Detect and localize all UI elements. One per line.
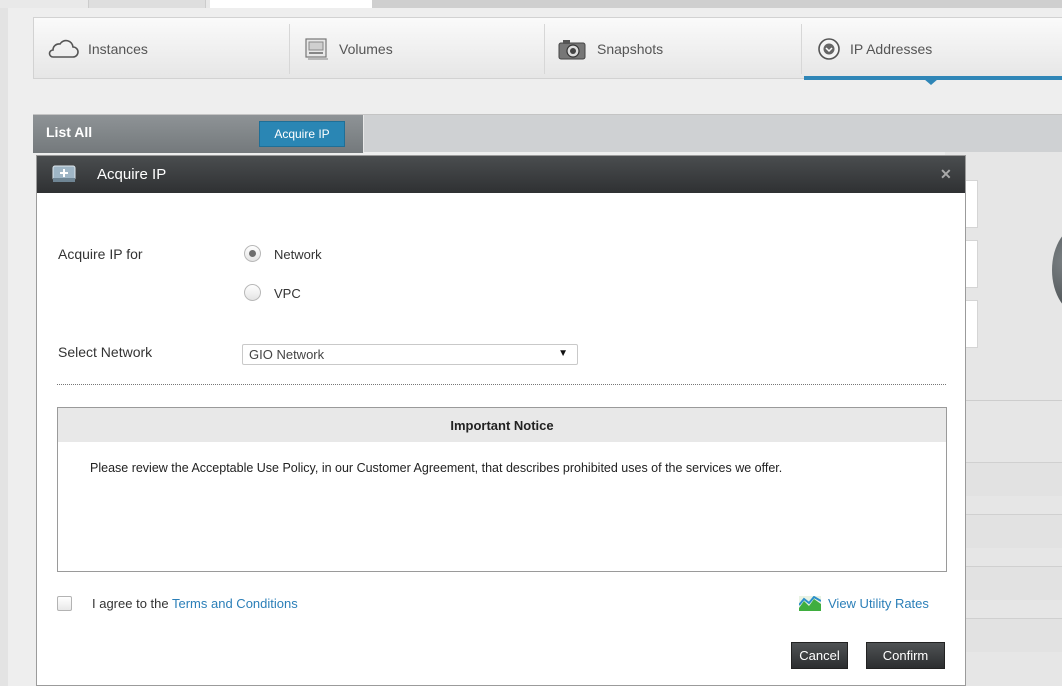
tab-separator bbox=[289, 24, 290, 74]
acquire-ip-dialog: Acquire IP ✕ Acquire IP for Network VPC … bbox=[36, 155, 966, 686]
ip-address-icon bbox=[817, 37, 841, 61]
acquire-ip-button[interactable]: Acquire IP bbox=[259, 121, 345, 147]
list-toolbar-divider bbox=[363, 115, 364, 153]
agree-terms-checkbox[interactable] bbox=[57, 596, 72, 611]
tab-label: Instances bbox=[88, 41, 148, 57]
dotted-divider bbox=[57, 384, 946, 385]
top-strip-tab-active bbox=[210, 0, 372, 8]
list-all-tab[interactable]: List All Acquire IP bbox=[33, 115, 363, 153]
notice-title: Important Notice bbox=[58, 408, 946, 442]
dropdown-arrow-icon: ▼ bbox=[558, 348, 568, 359]
tab-volumes[interactable]: Volumes bbox=[304, 18, 393, 80]
list-toolbar: List All Acquire IP bbox=[33, 114, 1062, 153]
tab-label: Snapshots bbox=[597, 41, 664, 57]
tab-label: IP Addresses bbox=[850, 41, 933, 57]
camera-icon bbox=[558, 38, 588, 60]
select-network-label: Select Network bbox=[58, 344, 153, 360]
active-tab-arrow bbox=[924, 79, 938, 85]
radio-network[interactable] bbox=[244, 245, 261, 262]
network-select[interactable]: GIO Network ▼ bbox=[242, 344, 578, 365]
agree-prefix: I agree to the bbox=[92, 596, 172, 611]
add-ip-icon bbox=[52, 164, 76, 184]
top-strip-tab bbox=[88, 0, 206, 8]
terms-and-conditions-link[interactable]: Terms and Conditions bbox=[172, 596, 298, 611]
top-strip-bar bbox=[372, 0, 1062, 8]
radio-vpc[interactable] bbox=[244, 284, 261, 301]
radio-network-label[interactable]: Network bbox=[274, 247, 322, 262]
tab-label: Volumes bbox=[339, 41, 393, 57]
acquire-ip-for-label: Acquire IP for bbox=[58, 246, 143, 262]
top-strip bbox=[0, 0, 1062, 8]
network-select-value: GIO Network bbox=[249, 347, 325, 362]
close-icon[interactable]: ✕ bbox=[940, 166, 952, 183]
cloud-icon bbox=[47, 39, 79, 59]
view-utility-rates-link[interactable]: View Utility Rates bbox=[828, 596, 929, 611]
notice-body: Please review the Acceptable Use Policy,… bbox=[90, 461, 783, 475]
cancel-button[interactable]: Cancel bbox=[791, 642, 848, 669]
list-all-label: List All bbox=[46, 124, 93, 140]
agree-terms-text: I agree to the Terms and Conditions bbox=[92, 596, 298, 611]
tab-separator bbox=[801, 24, 802, 74]
tab-snapshots[interactable]: Snapshots bbox=[558, 18, 663, 80]
dialog-header: Acquire IP ✕ bbox=[37, 156, 965, 193]
dialog-title: Acquire IP bbox=[97, 166, 167, 183]
important-notice-box: Important Notice Please review the Accep… bbox=[57, 407, 947, 572]
utility-rates-icon bbox=[798, 595, 822, 611]
radio-vpc-label[interactable]: VPC bbox=[274, 286, 301, 301]
tab-instances[interactable]: Instances bbox=[47, 18, 148, 80]
tab-separator bbox=[544, 24, 545, 74]
confirm-button[interactable]: Confirm bbox=[866, 642, 945, 669]
tab-ip-addresses[interactable]: IP Addresses bbox=[817, 18, 932, 80]
volume-icon bbox=[304, 37, 330, 61]
section-tab-bar: Instances Volumes Snapshots IP Addresses bbox=[33, 17, 1062, 85]
left-edge bbox=[0, 8, 8, 686]
